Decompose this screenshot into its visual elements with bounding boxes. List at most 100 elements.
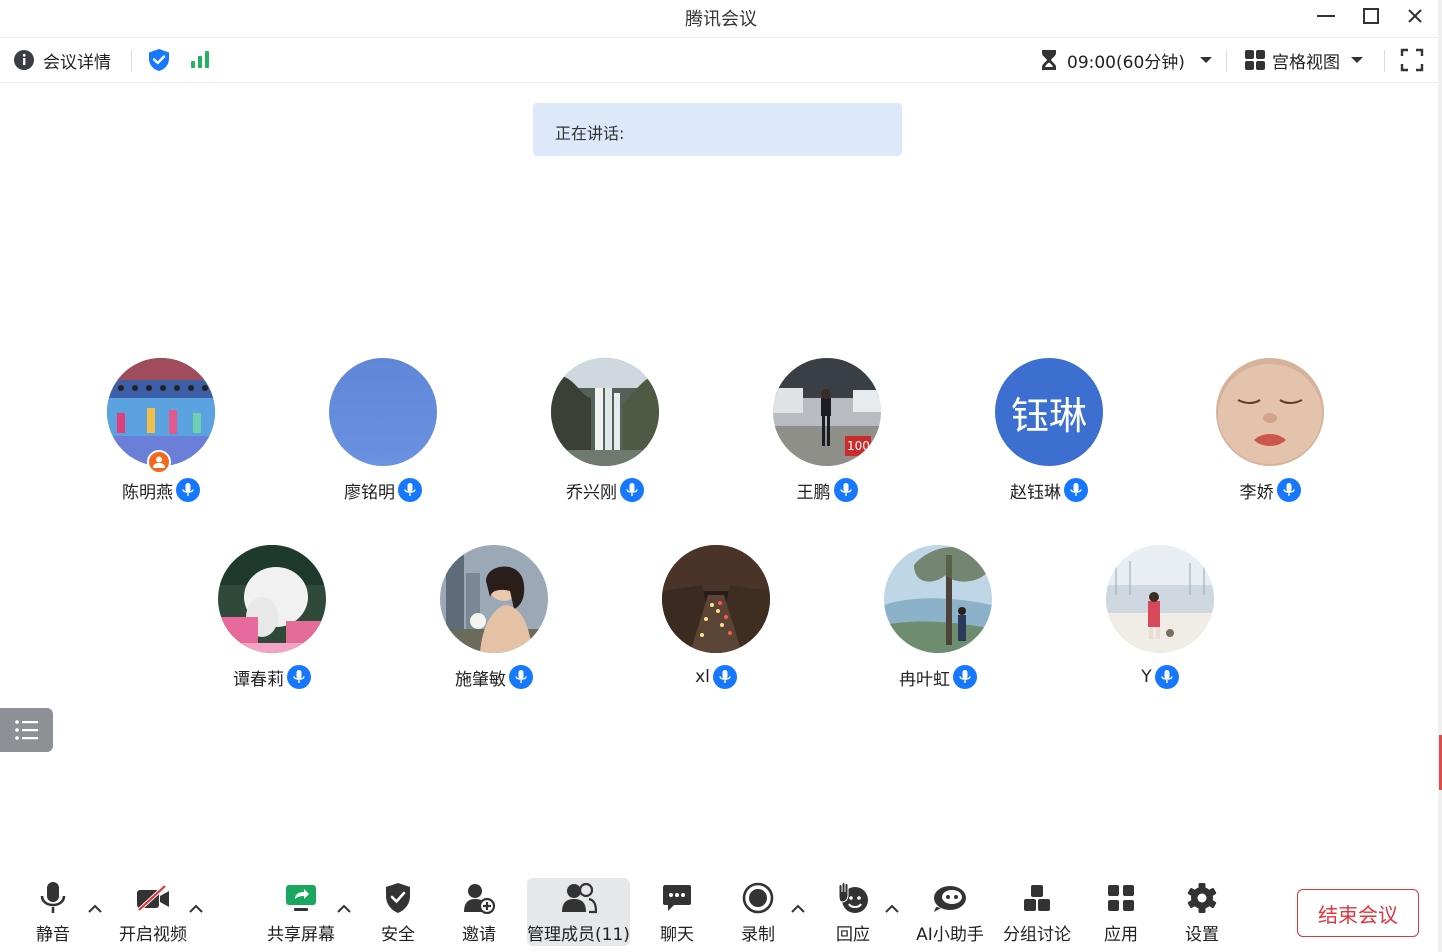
security-status-button[interactable] (147, 38, 171, 82)
participant-tile[interactable]: 李娇 (1200, 358, 1340, 508)
avatar (884, 545, 992, 653)
microphone-icon (712, 665, 737, 689)
settings-button[interactable]: 设置 (1179, 878, 1225, 946)
fullscreen-button[interactable] (1400, 38, 1424, 82)
participant-tile[interactable]: Y (1090, 545, 1230, 695)
participant-name-row: 冉叶虹 (868, 665, 1008, 690)
participant-tile[interactable]: 谭春莉 (202, 545, 342, 695)
ai-assistant-icon (934, 886, 966, 912)
title-bar: 腾讯会议 (0, 0, 1442, 36)
microphone-icon (176, 478, 200, 502)
list-icon (14, 720, 38, 740)
avatar (218, 545, 326, 653)
apps-button[interactable]: 应用 (1098, 878, 1144, 946)
chevron-up-icon[interactable] (188, 902, 204, 914)
invite-button[interactable]: 邀请 (456, 878, 502, 946)
chevron-up-icon[interactable] (884, 902, 900, 914)
participant-tile[interactable]: 冉叶虹 (868, 545, 1008, 695)
participant-name: 李娇 (1239, 482, 1274, 503)
participant-name: 谭春莉 (233, 669, 284, 690)
divider (1384, 50, 1385, 72)
network-signal-indicator[interactable] (189, 38, 211, 82)
active-speaker-label: 正在讲话: (555, 124, 625, 143)
end-meeting-button[interactable]: 结束会议 (1297, 889, 1419, 937)
window-title: 腾讯会议 (685, 9, 757, 30)
close-button[interactable] (1397, 2, 1433, 30)
reaction-button[interactable]: 回应 (830, 878, 876, 946)
mute-label: 静音 (36, 925, 70, 945)
participant-name-row: 谭春莉 (202, 665, 342, 690)
participant-name-row: xl (646, 665, 786, 689)
participant-name: 赵钰琳 (1010, 482, 1061, 503)
participant-name-row: 李娇 (1200, 478, 1340, 503)
avatar (329, 358, 437, 466)
record-button[interactable]: 录制 (735, 878, 781, 946)
avatar (662, 545, 770, 653)
ai-assistant-label: AI小助手 (916, 925, 984, 945)
participant-tile[interactable]: 廖铭明 (313, 358, 453, 508)
invite-label: 邀请 (462, 925, 496, 945)
caret-down-icon (1351, 57, 1363, 63)
share-screen-button[interactable]: 共享屏幕 (262, 878, 340, 946)
maximize-button[interactable] (1353, 2, 1389, 30)
start-video-label: 开启视频 (119, 925, 187, 945)
microphone-icon (1064, 478, 1088, 502)
breakout-rooms-label: 分组讨论 (1003, 925, 1071, 945)
microphone-icon (833, 478, 858, 502)
svg-text:100: 100 (847, 439, 870, 453)
participant-tile[interactable]: 100 王鹏 (757, 358, 897, 508)
divider (1226, 50, 1227, 72)
minimize-button[interactable] (1308, 2, 1344, 30)
shield-icon (386, 883, 410, 913)
meeting-time-label: 09:00(60分钟) (1067, 52, 1185, 73)
chat-icon (663, 885, 691, 911)
window-edge (1438, 0, 1442, 952)
participant-tile[interactable]: xl (646, 545, 786, 695)
info-icon (14, 50, 34, 70)
apps-icon (1108, 885, 1134, 911)
active-speaker-banner: 正在讲话: (533, 103, 902, 156)
maximize-icon (1363, 8, 1379, 24)
view-mode-label: 宫格视图 (1272, 52, 1340, 73)
record-label: 录制 (741, 925, 775, 945)
mute-button[interactable]: 静音 (26, 878, 80, 946)
participant-name: xl (695, 667, 710, 687)
gear-icon (1187, 883, 1217, 913)
meeting-time-dropdown[interactable]: 09:00(60分钟) (1040, 38, 1213, 82)
microphone-icon (953, 665, 977, 689)
avatar: 100 (773, 358, 881, 466)
participant-name: 陈明燕 (122, 482, 173, 503)
start-video-button[interactable]: 开启视频 (114, 878, 192, 946)
meeting-details-button[interactable]: 会议详情 (13, 38, 111, 82)
avatar-initials: 钰琳 (1010, 393, 1087, 438)
view-mode-dropdown[interactable]: 宫格视图 (1244, 38, 1364, 82)
avatar (551, 358, 659, 466)
apps-label: 应用 (1104, 925, 1138, 945)
microphone-icon (1154, 665, 1179, 689)
participant-name: 王鹏 (796, 482, 831, 503)
participant-name-row: 赵钰琳 (979, 478, 1119, 503)
manage-members-button[interactable]: 管理成员(11) (527, 878, 630, 946)
participant-tile[interactable]: 施肇敏 (424, 545, 564, 695)
hand-emoji-icon (838, 882, 868, 913)
participant-tile[interactable]: 钰琳 赵钰琳 (979, 358, 1119, 508)
avatar (1216, 358, 1324, 466)
ai-assistant-button[interactable]: AI小助手 (915, 878, 985, 946)
breakout-rooms-button[interactable]: 分组讨论 (1002, 878, 1072, 946)
chevron-up-icon[interactable] (336, 902, 352, 914)
share-screen-icon (286, 885, 316, 911)
participant-name-row: 陈明燕 (91, 478, 231, 503)
chevron-up-icon[interactable] (790, 902, 806, 914)
participant-tile[interactable]: 乔兴刚 (535, 358, 675, 508)
person-icon (153, 456, 165, 468)
chat-button[interactable]: 聊天 (654, 878, 700, 946)
participant-name: Y (1141, 667, 1152, 687)
member-list-toggle[interactable] (0, 708, 53, 752)
participant-name: 冉叶虹 (899, 669, 950, 690)
security-button[interactable]: 安全 (375, 878, 421, 946)
participant-name-row: Y (1090, 665, 1230, 689)
security-label: 安全 (381, 925, 415, 945)
chevron-up-icon[interactable] (87, 902, 103, 914)
breakout-rooms-icon (1024, 885, 1050, 911)
participant-tile[interactable]: 陈明燕 (91, 358, 231, 508)
